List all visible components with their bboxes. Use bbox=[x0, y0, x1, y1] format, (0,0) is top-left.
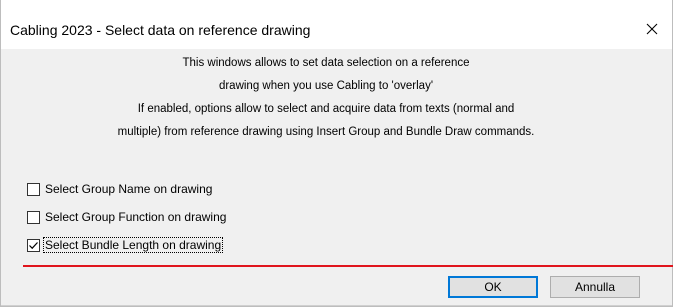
close-icon bbox=[646, 23, 658, 35]
description-text: This windows allows to set data selectio… bbox=[1, 52, 651, 144]
group-function-label[interactable]: Select Group Function on drawing bbox=[44, 210, 227, 224]
dialog-window: Cabling 2023 - Select data on reference … bbox=[0, 0, 673, 307]
description-line: multiple) from reference drawing using I… bbox=[117, 126, 535, 138]
separator-line bbox=[23, 265, 673, 267]
window-title: Cabling 2023 - Select data on reference … bbox=[10, 22, 311, 38]
close-button[interactable] bbox=[632, 12, 672, 46]
cancel-button[interactable]: Annulla bbox=[550, 276, 640, 298]
check-icon bbox=[29, 241, 38, 249]
title-bar: Cabling 2023 - Select data on reference … bbox=[1, 0, 672, 49]
description-line: drawing when you use Cabling to 'overlay… bbox=[218, 80, 434, 92]
option-group-name[interactable]: Select Group Name on drawing bbox=[27, 175, 227, 203]
description-line: This windows allows to set data selectio… bbox=[182, 57, 470, 69]
group-name-label[interactable]: Select Group Name on drawing bbox=[44, 182, 213, 196]
bundle-length-checkbox[interactable] bbox=[27, 238, 40, 252]
group-name-checkbox[interactable] bbox=[27, 182, 40, 196]
group-function-checkbox[interactable] bbox=[27, 210, 40, 224]
bundle-length-label[interactable]: Select Bundle Length on drawing bbox=[42, 237, 224, 253]
option-group-function[interactable]: Select Group Function on drawing bbox=[27, 203, 227, 231]
description-line: If enabled, options allow to select and … bbox=[137, 103, 515, 115]
options-list: Select Group Name on drawing Select Grou… bbox=[27, 175, 227, 259]
bottom-border bbox=[1, 305, 672, 306]
option-bundle-length[interactable]: Select Bundle Length on drawing bbox=[27, 231, 227, 259]
ok-button[interactable]: OK bbox=[448, 276, 538, 298]
